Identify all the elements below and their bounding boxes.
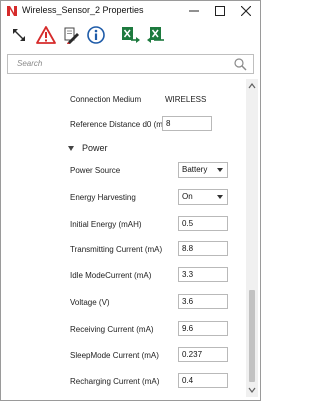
minimize-icon — [188, 10, 199, 12]
chevron-down-icon — [217, 195, 223, 199]
app-logo-icon — [6, 5, 18, 17]
property-value: WIRELESS — [165, 95, 207, 104]
transmitting-current-field[interactable]: 8.8 — [178, 241, 228, 256]
info-button[interactable] — [86, 25, 106, 45]
property-row-transmitting-current: Transmitting Current (mA) 8.8 — [2, 241, 244, 259]
resize-arrows-icon — [13, 29, 25, 41]
property-row-receiving-current: Receiving Current (mA) 9.6 — [2, 321, 244, 339]
import-excel-icon — [147, 27, 164, 43]
chevron-down-icon — [217, 168, 223, 172]
property-label: Energy Harvesting — [70, 193, 136, 202]
receiving-current-field[interactable]: 9.6 — [178, 321, 228, 336]
window-title: Wireless_Sensor_2 Properties — [22, 5, 144, 15]
search-input[interactable]: Search — [7, 54, 254, 74]
properties-window: Wireless_Sensor_2 Properties Search Conn… — [0, 0, 261, 401]
minimize-button[interactable] — [180, 1, 207, 21]
property-label: Voltage (V) — [70, 298, 110, 307]
select-value: Battery — [182, 165, 208, 174]
property-label: Idle ModeCurrent (mA) — [70, 271, 152, 280]
info-icon — [87, 26, 105, 44]
close-button[interactable] — [232, 1, 259, 21]
edit-button[interactable] — [61, 25, 81, 45]
property-label: Recharging Current (mA) — [70, 377, 160, 386]
power-source-select[interactable]: Battery — [178, 162, 228, 178]
property-row-idle-mode-current: Idle ModeCurrent (mA) 3.3 — [2, 267, 244, 285]
group-header-power[interactable]: Power — [2, 141, 244, 157]
warning-button[interactable] — [36, 25, 56, 45]
vertical-scrollbar[interactable] — [246, 79, 258, 397]
property-row-initial-energy: Initial Energy (mAH) 0.5 — [2, 216, 244, 234]
property-label: SleepMode Current (mA) — [70, 351, 159, 360]
initial-energy-field[interactable]: 0.5 — [178, 216, 228, 231]
select-value: On — [182, 192, 193, 201]
toolbar — [1, 21, 260, 49]
title-bar[interactable]: Wireless_Sensor_2 Properties — [1, 1, 260, 21]
property-label: Power Source — [70, 166, 121, 175]
export-excel-icon — [122, 27, 140, 43]
scrollbar-thumb[interactable] — [249, 290, 255, 382]
import-excel-button[interactable] — [146, 25, 166, 45]
search-icon[interactable] — [233, 57, 247, 71]
search-placeholder: Search — [17, 59, 43, 68]
reference-distance-field[interactable]: 8 — [162, 116, 212, 131]
edit-pencil-icon — [64, 27, 79, 44]
warning-icon — [36, 26, 56, 44]
collapse-arrow-icon[interactable] — [68, 146, 74, 151]
export-excel-button[interactable] — [121, 25, 141, 45]
property-row-sleep-mode-current: SleepMode Current (mA) 0.237 — [2, 347, 244, 365]
property-grid: Connection Medium WIRELESS Reference Dis… — [2, 79, 244, 397]
idle-mode-current-field[interactable]: 3.3 — [178, 267, 228, 282]
maximize-icon — [214, 6, 225, 16]
property-row-recharging-current: Recharging Current (mA) 0.4 — [2, 373, 244, 391]
scroll-down-icon[interactable] — [248, 386, 256, 394]
property-label: Initial Energy (mAH) — [70, 220, 142, 229]
property-row-energy-harvesting: Energy Harvesting On — [2, 189, 244, 207]
property-row-voltage: Voltage (V) 3.6 — [2, 294, 244, 312]
maximize-button[interactable] — [206, 1, 233, 21]
property-row-power-source: Power Source Battery — [2, 162, 244, 180]
property-label: Connection Medium — [70, 95, 142, 104]
sleep-mode-current-field[interactable]: 0.237 — [178, 347, 228, 362]
group-label: Power — [82, 143, 108, 153]
property-row-reference-distance: Reference Distance d0 (m) 8 — [2, 116, 244, 134]
recharging-current-field[interactable]: 0.4 — [178, 373, 228, 388]
property-label: Transmitting Current (mA) — [70, 245, 163, 254]
property-row-connection-medium: Connection Medium WIRELESS — [2, 91, 244, 109]
energy-harvesting-select[interactable]: On — [178, 189, 228, 205]
property-label: Receiving Current (mA) — [70, 325, 154, 334]
property-label: Reference Distance d0 (m) — [70, 120, 166, 129]
close-icon — [240, 6, 251, 16]
scroll-up-icon[interactable] — [248, 82, 256, 90]
voltage-field[interactable]: 3.6 — [178, 294, 228, 309]
resize-button[interactable] — [9, 25, 29, 45]
